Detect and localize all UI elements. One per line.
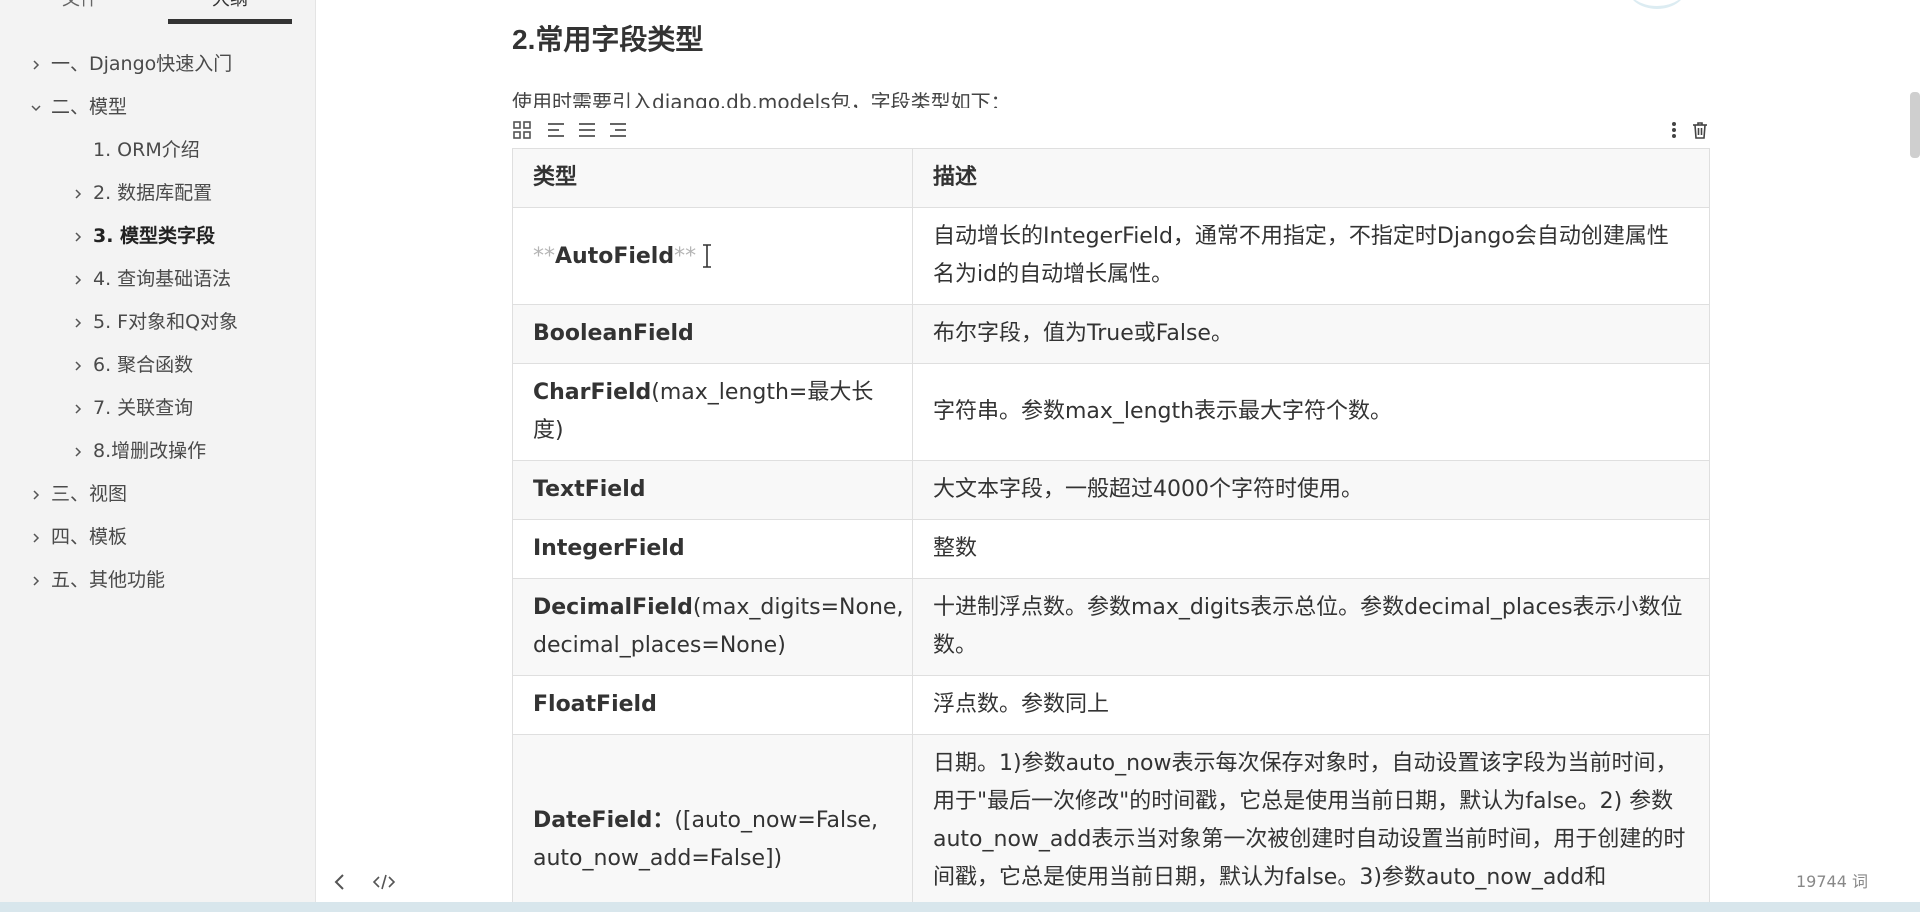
field-description-cell[interactable]: 自动增长的IntegerField，通常不用指定，不指定时Django会自动创建… xyxy=(912,207,1710,305)
table-row: **AutoField** 自动增长的IntegerField，通常不用指定，不指… xyxy=(512,207,1710,305)
decorative-arc xyxy=(1626,0,1688,9)
window-bottom-edge xyxy=(0,902,1920,912)
outline-item[interactable]: 四、模板 xyxy=(0,516,316,559)
text-cursor-icon xyxy=(700,241,714,269)
chevron-right-icon[interactable] xyxy=(70,344,86,387)
field-types-table: 类型 描述 **AutoField** 自动增长的IntegerField，通常不… xyxy=(512,148,1710,912)
sidebar-tabs: 文件 大纲 xyxy=(0,0,316,24)
table-toolbar xyxy=(512,118,1710,142)
field-name: IntegerField xyxy=(533,536,685,561)
chevron-right-icon[interactable] xyxy=(70,430,86,473)
align-right-icon[interactable] xyxy=(608,120,628,140)
table-body: **AutoField** 自动增长的IntegerField，通常不用指定，不指… xyxy=(512,207,1710,912)
outline-tree: 一、Django快速入门 二、模型 1. ORM介绍 2. 数据库配置 3. 模型类字段… xyxy=(0,43,316,602)
field-name: FloatField xyxy=(533,692,657,717)
chevron-right-icon[interactable] xyxy=(28,473,44,516)
table-row: CharField(max_length=最大长度) 字符串。参数max_leng… xyxy=(512,363,1710,461)
table-row: BooleanField 布尔字段，值为True或False。 xyxy=(512,304,1710,364)
field-description-cell[interactable]: 浮点数。参数同上 xyxy=(912,675,1710,735)
table-row: IntegerField 整数 xyxy=(512,519,1710,579)
outline-item-label: 8.增删改操作 xyxy=(93,440,207,462)
outline-item[interactable]: 7. 关联查询 xyxy=(0,387,316,430)
field-type-cell[interactable]: BooleanField xyxy=(512,304,913,364)
chevron-right-icon[interactable] xyxy=(70,258,86,301)
outline-item[interactable]: 二、模型 xyxy=(0,86,316,129)
field-name: BooleanField xyxy=(533,321,694,346)
field-description-cell[interactable]: 十进制浮点数。参数max_digits表示总位。参数decimal_places… xyxy=(912,578,1710,676)
table-row: FloatField 浮点数。参数同上 xyxy=(512,675,1710,735)
field-name: DateField： xyxy=(533,808,675,833)
outline-item-label: 5. F对象和Q对象 xyxy=(93,311,239,333)
field-name: TextField xyxy=(533,477,646,502)
field-type-cell[interactable]: DateField：([auto_now=False, auto_now_add… xyxy=(512,734,913,912)
field-type-cell[interactable]: **AutoField** xyxy=(512,207,913,305)
field-type-cell[interactable]: CharField(max_length=最大长度) xyxy=(512,363,913,461)
typora-window: 文件 大纲 一、Django快速入门二、模型 1. ORM介绍 2. 数据库配置 3.… xyxy=(0,0,1920,912)
field-name: AutoField xyxy=(555,244,675,269)
align-left-icon[interactable] xyxy=(546,120,566,140)
section-heading: 2.常用字段类型 xyxy=(512,24,704,55)
field-type-cell[interactable]: DecimalField(max_digits=None, decimal_pl… xyxy=(512,578,913,676)
table-row: DecimalField(max_digits=None, decimal_pl… xyxy=(512,578,1710,676)
bold-marker: ** xyxy=(533,244,555,269)
outline-item-label: 1. ORM介绍 xyxy=(93,139,200,161)
column-header-description[interactable]: 描述 xyxy=(912,148,1710,208)
field-description-cell[interactable]: 日期。1)参数auto_now表示每次保存对象时，自动设置该字段为当前时间，用于… xyxy=(912,734,1710,912)
outline-item-label: 6. 聚合函数 xyxy=(93,354,194,376)
outline-item-label: 三、视图 xyxy=(51,483,128,505)
chevron-right-icon[interactable] xyxy=(28,43,44,86)
field-type-cell[interactable]: FloatField xyxy=(512,675,913,735)
tab-outline[interactable]: 大纲 xyxy=(168,0,292,24)
chevron-right-icon[interactable] xyxy=(28,516,44,559)
outline-item[interactable]: 一、Django快速入门 xyxy=(0,43,316,86)
outline-item[interactable]: 五、其他功能 xyxy=(0,559,316,602)
field-type-cell[interactable]: TextField xyxy=(512,460,913,520)
chevron-right-icon[interactable] xyxy=(70,172,86,215)
outline-item-label: 四、模板 xyxy=(51,526,128,548)
outline-item[interactable]: 1. ORM介绍 xyxy=(0,129,316,172)
field-type-cell[interactable]: IntegerField xyxy=(512,519,913,579)
field-description-cell[interactable]: 大文本字段，一般超过4000个字符时使用。 xyxy=(912,460,1710,520)
outline-item-label: 4. 查询基础语法 xyxy=(93,268,232,290)
outline-item[interactable]: 6. 聚合函数 xyxy=(0,344,316,387)
outline-item[interactable]: 4. 查询基础语法 xyxy=(0,258,316,301)
column-header-type[interactable]: 类型 xyxy=(512,148,913,208)
outline-item[interactable]: 三、视图 xyxy=(0,473,316,516)
outline-sidebar: 文件 大纲 一、Django快速入门二、模型 1. ORM介绍 2. 数据库配置 3.… xyxy=(0,0,316,912)
outline-item[interactable]: 3. 模型类字段 xyxy=(0,215,316,258)
field-description-cell[interactable]: 整数 xyxy=(912,519,1710,579)
chevron-right-icon[interactable] xyxy=(28,559,44,602)
outline-item-label: 2. 数据库配置 xyxy=(93,182,213,204)
outline-item-label: 一、Django快速入门 xyxy=(51,53,233,75)
outline-item-label: 3. 模型类字段 xyxy=(93,225,216,247)
editor-content: 2.常用字段类型 使用时需要引入django.db.models包，字段类型如下… xyxy=(316,0,1920,912)
chevron-down-icon[interactable] xyxy=(28,86,44,129)
intro-paragraph[interactable]: 使用时需要引入django.db.models包，字段类型如下： xyxy=(512,86,1011,108)
field-name: CharField xyxy=(533,380,652,405)
word-count[interactable]: 19744 词 xyxy=(1796,868,1868,892)
chevron-right-icon[interactable] xyxy=(70,387,86,430)
chevron-right-icon[interactable] xyxy=(70,215,86,258)
vertical-scrollbar-thumb[interactable] xyxy=(1910,92,1920,158)
align-center-icon[interactable] xyxy=(577,120,597,140)
table-row: DateField：([auto_now=False, auto_now_add… xyxy=(512,734,1710,912)
grid-icon[interactable] xyxy=(512,120,532,140)
bold-marker: ** xyxy=(674,244,697,269)
outline-item[interactable]: 2. 数据库配置 xyxy=(0,172,316,215)
field-description-cell[interactable]: 布尔字段，值为True或False。 xyxy=(912,304,1710,364)
field-name: DecimalField xyxy=(533,595,693,620)
outline-item-label: 7. 关联查询 xyxy=(93,397,194,419)
more-vertical-icon[interactable] xyxy=(1664,120,1684,140)
chevron-right-icon[interactable] xyxy=(70,301,86,344)
outline-item-label: 五、其他功能 xyxy=(51,569,166,591)
field-description-cell[interactable]: 字符串。参数max_length表示最大字符个数。 xyxy=(912,363,1710,461)
table-header-row: 类型 描述 xyxy=(512,148,1710,208)
outline-item[interactable]: 8.增删改操作 xyxy=(0,430,316,473)
outline-item-label: 二、模型 xyxy=(51,96,128,118)
table-row: TextField 大文本字段，一般超过4000个字符时使用。 xyxy=(512,460,1710,520)
outline-item[interactable]: 5. F对象和Q对象 xyxy=(0,301,316,344)
trash-icon[interactable] xyxy=(1690,120,1710,140)
tab-files[interactable]: 文件 xyxy=(60,0,100,22)
